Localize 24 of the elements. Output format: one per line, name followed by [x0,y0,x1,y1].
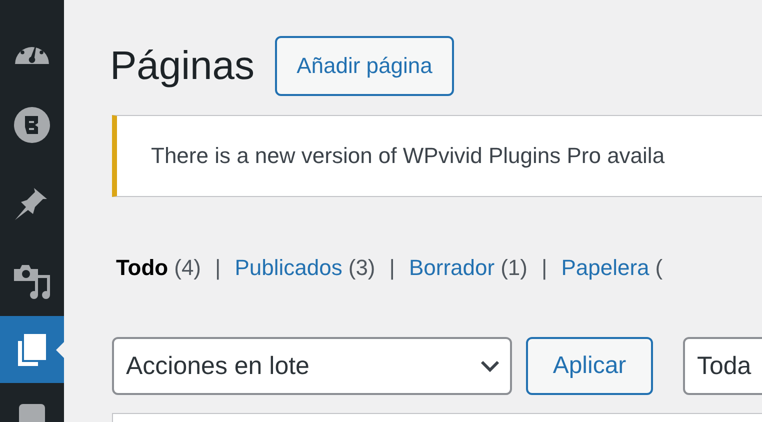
filter-separator: | [541,255,548,281]
active-menu-pointer [56,342,64,358]
filter-separator: | [389,255,395,281]
date-filter-dropdown[interactable]: Toda [683,337,762,395]
status-filter-link[interactable]: Papelera [561,255,650,281]
apply-button[interactable]: Aplicar [526,337,653,395]
add-page-button[interactable]: Añadir página [274,36,454,96]
status-filter-link[interactable]: Borrador [408,255,495,281]
pages-icon [18,334,46,366]
notice-text: There is a new version of WPvivid Plugins Pro availa [151,143,665,169]
letter-b-circle-icon [14,107,50,143]
filter-count: (3) [348,255,376,281]
filter-count: (1) [500,255,528,281]
filter-count: ( [655,255,663,281]
camera-music-icon [14,263,50,299]
chevron-down-icon [480,360,500,372]
bulk-actions-dropdown[interactable]: Acciones en lote [112,337,512,395]
filter-count: (4) [174,255,202,281]
status-filter-link[interactable]: Todo [116,255,168,281]
page-title: Páginas [110,44,255,88]
sidebar-menu-item[interactable] [0,316,64,383]
filter-separator: | [215,255,221,281]
gauge-icon [15,46,49,64]
status-filter-link[interactable]: Publicados [234,255,342,281]
